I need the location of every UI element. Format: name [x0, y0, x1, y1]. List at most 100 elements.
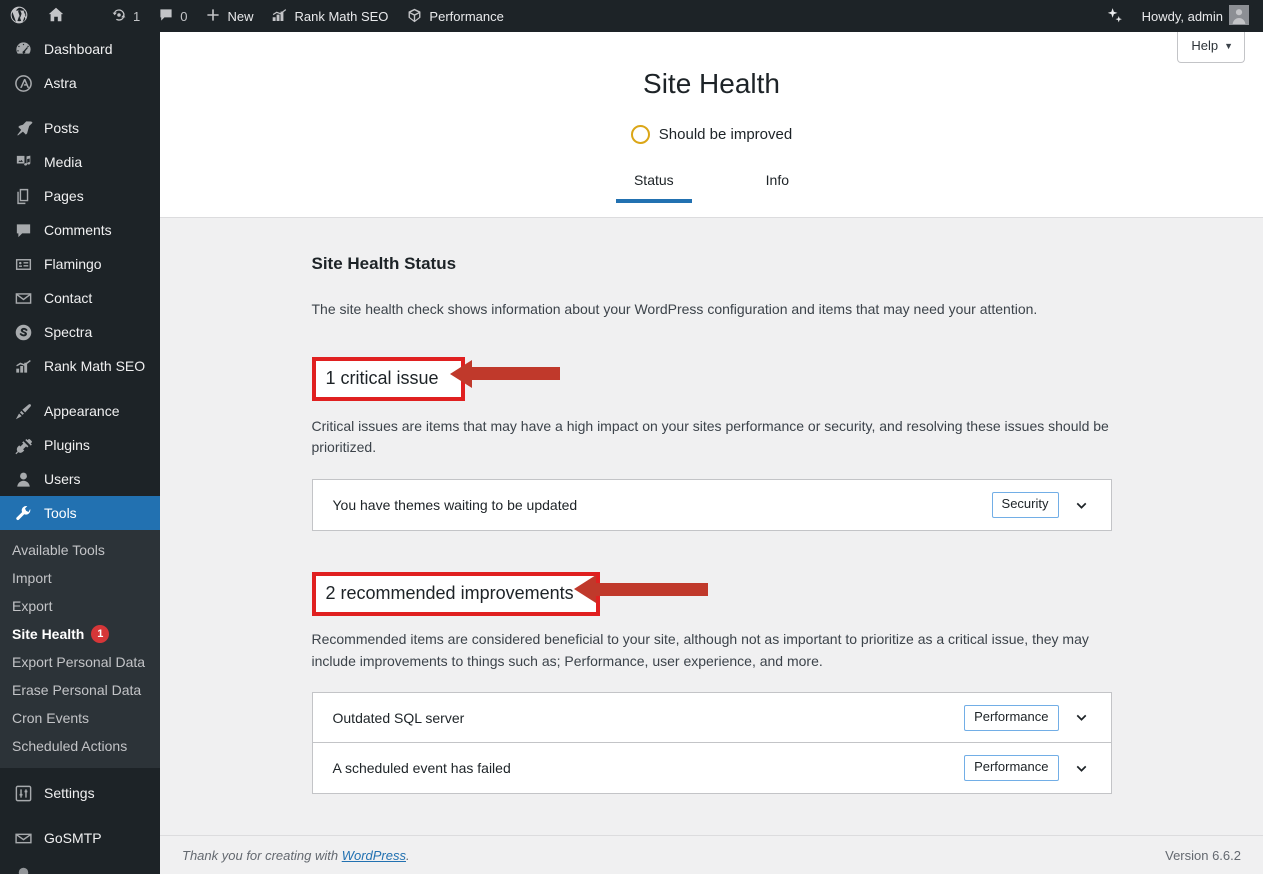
recommended-improvements-description: Recommended items are considered benefic…: [311, 631, 1089, 669]
issue-badge: Performance: [964, 704, 1059, 731]
sidebar-item-spectra[interactable]: Spectra: [0, 315, 160, 349]
spectra-icon: [13, 322, 33, 342]
dashboard-icon: [13, 39, 33, 59]
submenu-item-available-tools[interactable]: Available Tools: [0, 536, 160, 564]
adminbar-rank-math[interactable]: Rank Math SEO: [262, 0, 397, 32]
submenu-item-import[interactable]: Import: [0, 564, 160, 592]
chevron-down-icon: ▼: [1224, 40, 1233, 51]
adminbar-wp-logo[interactable]: [0, 0, 38, 32]
sidebar-item-appearance[interactable]: Appearance: [0, 394, 160, 428]
help-label: Help: [1191, 38, 1219, 53]
sidebar-item-contact[interactable]: Contact: [0, 281, 160, 315]
sidebar-item-gosmtp[interactable]: GoSMTP: [0, 821, 160, 855]
sidebar-separator: [0, 100, 160, 111]
chevron-down-icon[interactable]: [1067, 703, 1097, 733]
sidebar-item-dashboard[interactable]: Dashboard: [0, 32, 160, 66]
mail-icon: [13, 828, 33, 848]
circle-icon: [13, 862, 33, 874]
sidebar-item-plugins[interactable]: Plugins: [0, 428, 160, 462]
sidebar-item-flamingo[interactable]: Flamingo: [0, 247, 160, 281]
footer-thanks-prefix: Thank you for creating with: [182, 848, 342, 863]
site-health-header: Help ▼ Site Health Should be improved St…: [160, 32, 1263, 218]
sidebar-item-label: Pages: [44, 188, 84, 204]
update-icon: [111, 7, 127, 25]
footer-version: Version 6.6.2: [1165, 848, 1241, 863]
sidebar-item-settings[interactable]: Settings: [0, 776, 160, 810]
sidebar-item-users[interactable]: Users: [0, 462, 160, 496]
media-icon: [13, 152, 33, 172]
submenu-item-site-health[interactable]: Site Health 1: [0, 620, 160, 648]
page-title: Site Health: [643, 68, 780, 99]
critical-issue-annotation-box: 1 critical issue: [311, 356, 465, 402]
section-description: The site health check shows information …: [311, 301, 1038, 317]
submenu-item-label: Erase Personal Data: [12, 682, 142, 698]
comment-bubble-icon: [158, 7, 174, 25]
adminbar-howdy-label: Howdy, admin: [1141, 8, 1223, 24]
arrow-head-icon: [449, 359, 472, 388]
submenu-item-label: Available Tools: [12, 542, 105, 558]
issue-badge: Performance: [964, 755, 1059, 782]
comment-icon: [13, 220, 33, 240]
adminbar-comments[interactable]: 0: [149, 0, 196, 32]
accordion-row[interactable]: A scheduled event has failed Performance: [313, 743, 1111, 793]
submenu-item-export[interactable]: Export: [0, 592, 160, 620]
recommended-improvements-accordion: Outdated SQL server Performance A schedu…: [311, 692, 1112, 795]
sidebar-item-label: GoSMTP: [44, 830, 102, 846]
submenu-item-label: Cron Events: [12, 710, 90, 726]
sidebar-item-media[interactable]: Media: [0, 145, 160, 179]
adminbar-updates[interactable]: 1: [102, 0, 149, 32]
envelope-icon: [13, 288, 33, 308]
submenu-item-label: Import: [12, 570, 52, 586]
issue-badge: Security: [991, 492, 1059, 518]
page-body: Help ▼ Site Health Should be improved St…: [160, 32, 1263, 874]
sidebar-item-pages[interactable]: Pages: [0, 179, 160, 213]
submenu-item-cron-events[interactable]: Cron Events: [0, 704, 160, 732]
adminbar-ai[interactable]: [1096, 0, 1133, 32]
adminbar-site-name[interactable]: [38, 0, 74, 32]
performance-cube-icon: [406, 7, 423, 26]
recommended-arrow-annotation: [573, 575, 708, 604]
sidebar-item-tools[interactable]: Tools: [0, 496, 160, 530]
arrow-tail: [471, 367, 560, 381]
admin-sidebar-menu: Dashboard Astra Posts Media Pages Commen…: [0, 32, 160, 874]
submenu-item-export-personal-data[interactable]: Export Personal Data: [0, 648, 160, 676]
accordion-row[interactable]: You have themes waiting to be updated Se…: [313, 480, 1111, 530]
critical-issues-description: Critical issues are items that may have …: [311, 417, 1109, 456]
recommended-improvements-heading: 2 recommended improvements: [325, 583, 574, 604]
chevron-down-icon[interactable]: [1067, 753, 1097, 783]
plus-icon: [205, 7, 221, 25]
adminbar-new-content[interactable]: New: [196, 0, 262, 32]
adminbar-performance[interactable]: Performance: [397, 0, 512, 32]
sidebar-item-label: Plugins: [44, 437, 90, 453]
sidebar-item-comments[interactable]: Comments: [0, 213, 160, 247]
accordion-row[interactable]: Outdated SQL server Performance: [312, 693, 1111, 744]
submenu-item-erase-personal-data[interactable]: Erase Personal Data: [0, 676, 160, 704]
sidebar-item-partial[interactable]: [0, 855, 160, 874]
sidebar-item-posts[interactable]: Posts: [0, 111, 160, 145]
adminbar-comments-count: 0: [180, 8, 188, 24]
plugin-icon: [13, 435, 33, 455]
sidebar-item-label: Appearance: [44, 403, 120, 419]
chevron-down-icon[interactable]: [1067, 490, 1097, 520]
submenu-item-label: Scheduled Actions: [12, 738, 128, 754]
home-icon: [47, 6, 65, 26]
adminbar-my-account[interactable]: Howdy, admin: [1133, 0, 1263, 32]
issue-label: You have themes waiting to be updated: [332, 497, 578, 514]
sidebar-item-label: Spectra: [44, 324, 93, 340]
sidebar-item-label: Comments: [44, 222, 112, 238]
submenu-item-label: Site Health: [12, 626, 85, 642]
submenu-item-label: Export: [12, 598, 53, 614]
recommended-improvements-annotation-box: 2 recommended improvements: [311, 572, 600, 617]
wordpress-link[interactable]: WordPress: [342, 848, 406, 863]
submenu-item-scheduled-actions[interactable]: Scheduled Actions: [0, 732, 160, 760]
sidebar-item-astra[interactable]: Astra: [0, 66, 160, 100]
sidebar-item-rank-math-seo[interactable]: Rank Math SEO: [0, 349, 160, 383]
rank-math-icon: [271, 8, 288, 25]
site-health-status-indicator: Should be improved: [160, 125, 1263, 145]
astra-icon: [13, 73, 33, 93]
tab-info[interactable]: Info: [748, 169, 807, 203]
sidebar-item-label: Tools: [44, 505, 77, 521]
help-button[interactable]: Help ▼: [1177, 32, 1245, 63]
sidebar-item-label: Astra: [44, 75, 77, 91]
tab-status[interactable]: Status: [615, 169, 692, 204]
